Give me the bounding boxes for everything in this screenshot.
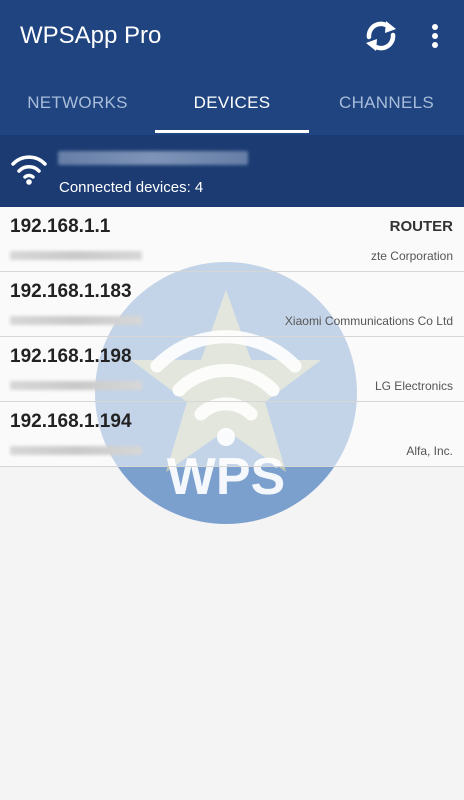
tab-networks[interactable]: NETWORKS bbox=[0, 78, 155, 135]
more-vert-icon bbox=[432, 24, 438, 48]
device-vendor: Xiaomi Communications Co Ltd bbox=[284, 314, 453, 328]
device-ip: 192.168.1.198 bbox=[10, 346, 132, 367]
tab-bar: NETWORKS DEVICES CHANNELS bbox=[0, 78, 464, 135]
app-bar: WPSApp Pro NETWORKS DEVICES CHANNELS bbox=[0, 0, 464, 135]
device-vendor: Alfa, Inc. bbox=[406, 444, 453, 458]
device-row[interactable]: 192.168.1.1 ROUTER zte Corporation bbox=[0, 207, 464, 272]
network-name-redacted bbox=[58, 151, 248, 165]
device-role: ROUTER bbox=[389, 218, 453, 235]
refresh-button[interactable] bbox=[362, 17, 400, 55]
device-row[interactable]: 192.168.1.183 Xiaomi Communications Co L… bbox=[0, 272, 464, 337]
connected-devices-count: Connected devices: 4 bbox=[59, 179, 204, 196]
device-mac-redacted bbox=[10, 381, 142, 390]
device-mac-redacted bbox=[10, 316, 142, 325]
device-ip: 192.168.1.183 bbox=[10, 281, 132, 302]
device-row[interactable]: 192.168.1.194 Alfa, Inc. bbox=[0, 402, 464, 467]
device-mac-redacted bbox=[10, 251, 142, 260]
device-vendor: LG Electronics bbox=[374, 379, 453, 393]
wifi-icon bbox=[11, 155, 47, 185]
device-ip: 192.168.1.194 bbox=[10, 411, 132, 432]
device-row[interactable]: 192.168.1.198 LG Electronics bbox=[0, 337, 464, 402]
refresh-icon bbox=[366, 21, 396, 51]
device-vendor: zte Corporation bbox=[370, 249, 453, 263]
device-mac-redacted bbox=[10, 446, 142, 455]
tab-devices[interactable]: DEVICES bbox=[155, 78, 309, 135]
app-title: WPSApp Pro bbox=[20, 22, 162, 49]
overflow-menu-button[interactable] bbox=[424, 18, 446, 54]
tab-channels[interactable]: CHANNELS bbox=[309, 78, 464, 135]
device-ip: 192.168.1.1 bbox=[10, 216, 111, 237]
active-tab-indicator bbox=[155, 130, 309, 133]
network-header bbox=[0, 135, 464, 207]
